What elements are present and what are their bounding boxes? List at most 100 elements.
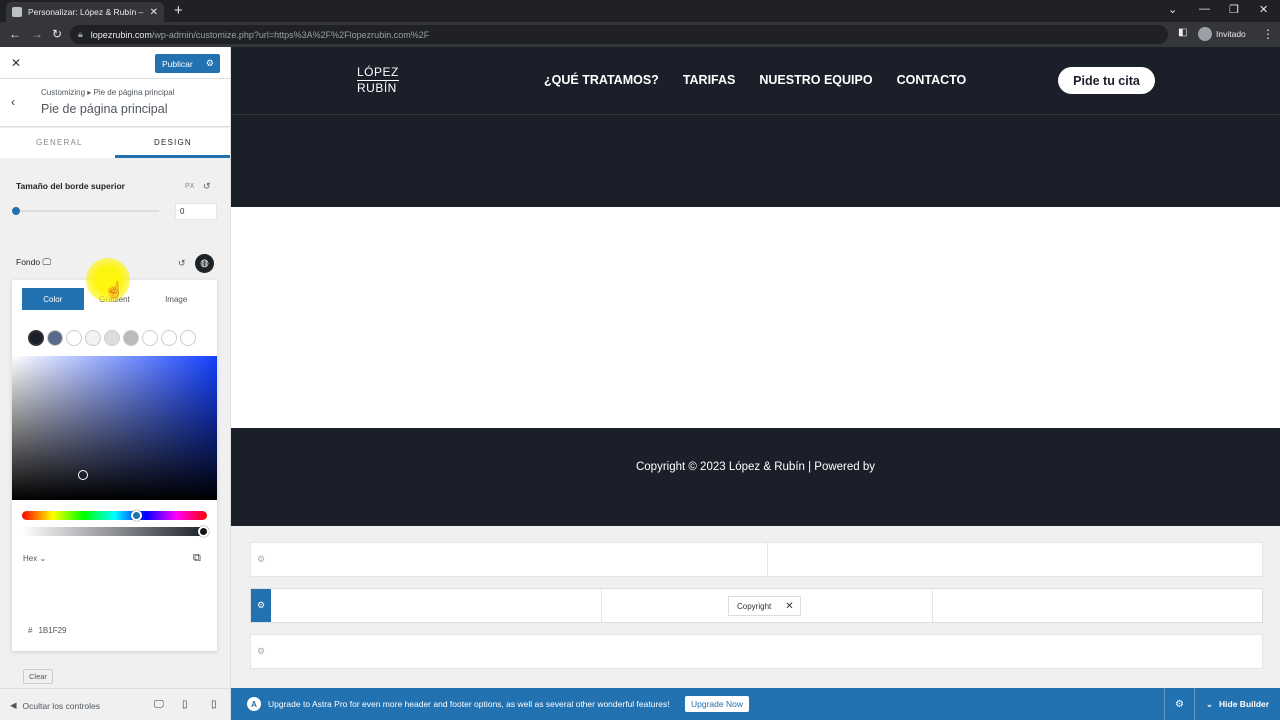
menu-icon[interactable]: ⋮ [1262, 27, 1274, 41]
reset-background-icon[interactable]: ↺ [178, 258, 186, 269]
unit-label: PX [185, 183, 195, 190]
color-swatch[interactable] [123, 330, 139, 346]
remove-icon[interactable]: ✕ [785, 601, 793, 612]
slider-handle[interactable] [12, 207, 20, 215]
copyright-text: Copyright © 2023 López & Rubín | Powered… [635, 461, 876, 473]
gear-icon[interactable]: ⚙ [251, 589, 271, 622]
design-tabs: GENERAL DESIGN [0, 128, 230, 158]
builder-row-primary[interactable]: ⚙ Copyright ✕ [250, 588, 1263, 623]
hex-prefix: # [28, 626, 33, 635]
color-swatch[interactable] [104, 330, 120, 346]
back-icon[interactable]: ‹ [11, 95, 15, 109]
chevron-down-icon: ⌄ [1205, 698, 1214, 709]
upsell-bar: A Upgrade to Astra Pro for even more hea… [231, 688, 1280, 720]
picker-tab-color[interactable]: Color [22, 288, 84, 310]
hand-cursor-icon: ☝ [104, 282, 124, 299]
back-icon[interactable]: ← [9, 27, 21, 41]
minimize-icon[interactable]: — [1199, 3, 1210, 15]
breadcrumb: Customizing ▸ Pie de página principal [41, 88, 175, 97]
site-logo[interactable]: LÓPEZ RUBÍN [357, 65, 399, 95]
address-bar: ← → ↻ 🔒︎ lopezrubin.com/wp-admin/customi… [0, 22, 1280, 47]
color-swatch[interactable] [85, 330, 101, 346]
hex-input[interactable]: #1B1F29 [28, 626, 66, 635]
clear-button[interactable]: Clear [23, 669, 53, 684]
url-field[interactable]: 🔒︎ lopezrubin.com/wp-admin/customize.php… [70, 25, 1168, 44]
color-swatch[interactable] [180, 330, 196, 346]
nav-item-equipo[interactable]: NUESTRO EQUIPO [759, 73, 872, 87]
color-swatch[interactable] [28, 330, 44, 346]
nav-item-que-tratamos[interactable]: ¿QUÉ TRATAMOS? [544, 73, 659, 87]
background-label: Fondo 🖵︎ [16, 257, 52, 267]
hue-handle[interactable] [131, 510, 142, 521]
color-spectrum[interactable] [12, 356, 217, 500]
active-tab-indicator [115, 155, 230, 158]
upgrade-button[interactable]: Upgrade Now [685, 696, 749, 712]
settings-icon[interactable]: ⚙ [1164, 688, 1194, 720]
gear-icon[interactable]: ⚙ [206, 58, 214, 69]
hide-builder-button[interactable]: ⌄ Hide Builder [1194, 688, 1280, 720]
profile-button[interactable]: Invitado [1198, 27, 1246, 41]
site-footer[interactable]: Copyright © 2023 López & Rubín | Powered… [231, 428, 1280, 526]
color-swatches [28, 330, 196, 346]
close-customizer-icon[interactable]: ✕ [11, 56, 21, 70]
copy-icon[interactable]: ⧉ [193, 552, 201, 565]
alpha-handle[interactable] [198, 526, 209, 537]
mobile-preview-icon[interactable]: ▯ [211, 699, 217, 710]
tab-design[interactable]: DESIGN [154, 138, 192, 147]
hue-slider[interactable] [22, 511, 207, 520]
alpha-slider[interactable] [22, 527, 207, 536]
publish-button[interactable]: Publicar ⚙ [155, 54, 220, 73]
builder-row-above[interactable]: ⚙ [250, 542, 1263, 577]
nav-item-tarifas[interactable]: TARIFAS [683, 73, 736, 87]
cta-button[interactable]: Pide tu cita [1058, 67, 1155, 94]
customizer-panel: ✕ Publicar ⚙ ‹ Customizing ▸ Pie de pági… [0, 47, 231, 720]
reload-icon[interactable]: ↻ [52, 27, 62, 41]
column-divider [767, 543, 768, 576]
color-swatch[interactable] [142, 330, 158, 346]
close-window-icon[interactable]: ✕ [1259, 3, 1268, 16]
desktop-preview-icon[interactable]: 🖵︎ [154, 699, 164, 710]
forward-icon[interactable]: → [31, 27, 43, 41]
site-preview: LÓPEZ RUBÍN ¿QUÉ TRATAMOS? TARIFAS NUEST… [231, 47, 1280, 688]
gear-icon[interactable]: ⚙ [257, 646, 265, 657]
section-header: ‹ Customizing ▸ Pie de página principal … [0, 79, 230, 127]
favicon-icon [12, 7, 22, 17]
browser-tab-bar: Personalizar: López & Rubín – Ca ✕ + ⌄ —… [0, 0, 1280, 22]
copyright-widget[interactable]: Copyright ✕ [728, 596, 801, 616]
color-swatch[interactable] [47, 330, 63, 346]
close-tab-icon[interactable]: ✕ [150, 7, 158, 18]
nav-item-contacto[interactable]: CONTACTO [897, 73, 967, 87]
color-swatch[interactable] [161, 330, 177, 346]
primary-nav: ¿QUÉ TRATAMOS? TARIFAS NUESTRO EQUIPO CO… [544, 73, 966, 87]
tablet-preview-icon[interactable]: ▯ [182, 699, 188, 710]
globe-icon[interactable]: ◍ [195, 254, 214, 273]
url-path: /wp-admin/customize.php?url=https%3A%2F%… [151, 29, 430, 40]
maximize-icon[interactable]: ❐ [1229, 3, 1239, 16]
format-select[interactable]: Hex ⌄ [23, 554, 46, 563]
hex-value: 1B1F29 [38, 626, 67, 635]
browser-tab[interactable]: Personalizar: López & Rubín – Ca ✕ [6, 2, 164, 22]
upsell-text: Upgrade to Astra Pro for even more heade… [268, 699, 670, 709]
reset-icon[interactable]: ↺ [203, 181, 211, 192]
widget-label: Copyright [737, 601, 772, 611]
new-tab-icon[interactable]: + [174, 2, 183, 19]
tab-general[interactable]: GENERAL [36, 138, 83, 147]
column-divider [932, 589, 933, 622]
tab-title: Personalizar: López & Rubín – Ca [28, 7, 144, 17]
spectrum-cursor[interactable] [78, 470, 88, 480]
border-size-slider[interactable] [16, 210, 159, 212]
section-title: Pie de página principal [41, 102, 168, 116]
border-size-input[interactable]: 0 [175, 203, 217, 220]
sidebar-icon[interactable]: ◧ [1178, 27, 1187, 38]
profile-label: Invitado [1216, 29, 1246, 39]
collapse-icon: ◀ [10, 700, 17, 710]
hide-controls-button[interactable]: ◀ Ocultar los controles [10, 700, 100, 711]
tab-search-icon[interactable]: ⌄ [1168, 3, 1177, 16]
builder-row-below[interactable]: ⚙ [250, 634, 1263, 669]
color-swatch[interactable] [66, 330, 82, 346]
border-size-label: Tamaño del borde superior [16, 181, 125, 191]
picker-tab-image[interactable]: Image [145, 288, 207, 310]
desktop-icon: 🖵︎ [42, 257, 52, 267]
customizer-header: ✕ Publicar ⚙ [0, 47, 230, 79]
gear-icon[interactable]: ⚙ [257, 554, 265, 565]
